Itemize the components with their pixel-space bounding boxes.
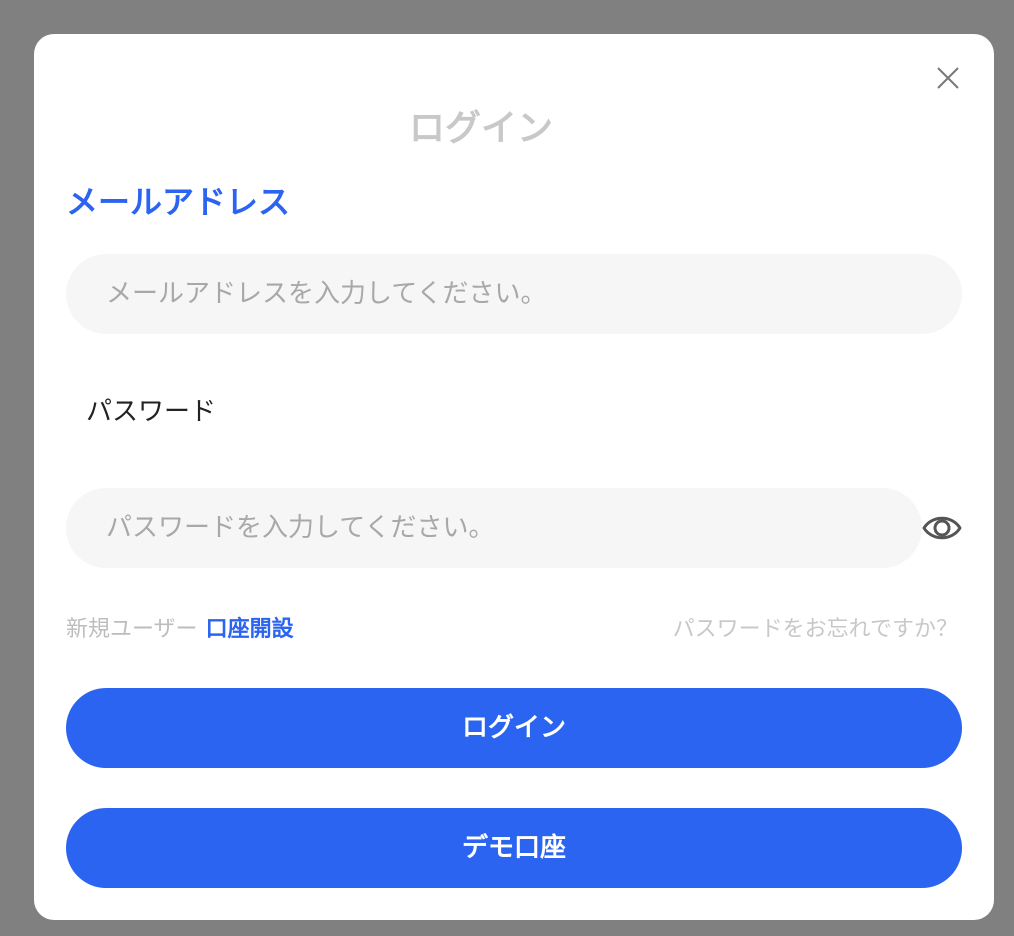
demo-account-button[interactable]: デモ口座 xyxy=(66,808,962,888)
modal-title: ログイン xyxy=(408,108,553,149)
forgot-password-link[interactable]: パスワードをお忘れですか？ xyxy=(673,612,958,648)
links-row: 新規ユーザー 口座開設 パスワードをお忘れですか？ xyxy=(66,612,962,648)
login-button[interactable]: ログイン xyxy=(66,688,962,768)
close-button[interactable] xyxy=(934,64,962,92)
eye-icon xyxy=(922,516,962,540)
open-account-link[interactable]: 口座開設 xyxy=(206,617,294,642)
close-icon xyxy=(937,67,959,89)
new-user-line: 新規ユーザー 口座開設 xyxy=(66,612,294,648)
email-input[interactable] xyxy=(66,254,962,334)
show-password-toggle[interactable] xyxy=(922,509,962,547)
password-input[interactable] xyxy=(66,488,922,568)
tab-email[interactable]: メールアドレス xyxy=(66,182,290,222)
tab-password[interactable]: パスワード xyxy=(86,392,216,432)
new-user-text: 新規ユーザー xyxy=(66,617,198,642)
login-modal: ログイン メールアドレス パスワード 新規ユーザー口座開設 パスワードをお忘れで… xyxy=(34,34,994,920)
